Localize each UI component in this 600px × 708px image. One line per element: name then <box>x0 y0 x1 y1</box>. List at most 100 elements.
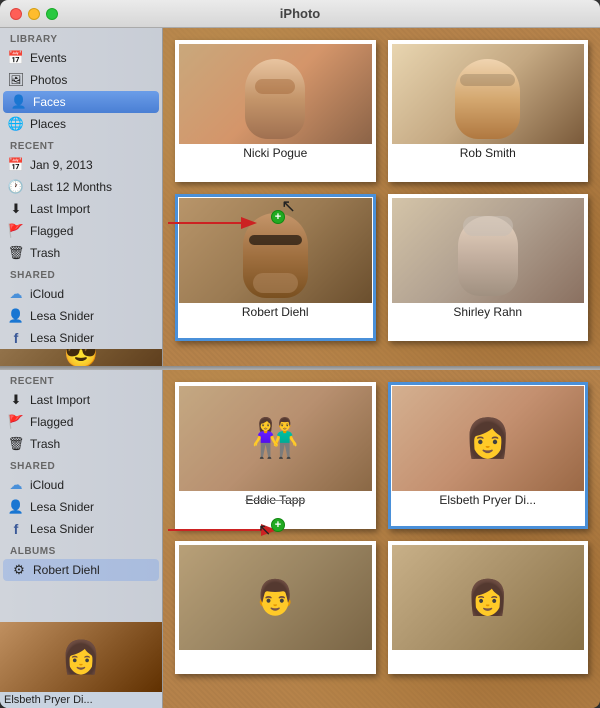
maximize-button[interactable] <box>46 8 58 20</box>
sidebar-item-jan9[interactable]: 📅 Jan 9, 2013 <box>0 154 162 176</box>
albums-section-label: ALBUMS <box>0 540 162 559</box>
sidebar-item-lesa4[interactable]: f Lesa Snider <box>0 518 162 540</box>
photo-label-eddie: Eddie Tapp <box>179 493 372 507</box>
lastimport2-icon: ⬇ <box>8 392 24 408</box>
sidebar-lesa4-label: Lesa Snider <box>30 522 94 536</box>
bottom-panel: RECENT ⬇ Last Import 🚩 Flagged 🗑 Trash <box>0 370 600 708</box>
photo-label-rob: Rob Smith <box>392 146 585 160</box>
facebook2-icon: f <box>8 521 24 537</box>
sidebar-item-last12[interactable]: 🕐 Last 12 Months <box>0 176 162 198</box>
close-button[interactable] <box>10 8 22 20</box>
sidebar-item-icloud2[interactable]: ☁ iCloud <box>0 474 162 496</box>
faces-icon: 👤 <box>11 94 27 110</box>
trash2-icon: 🗑 <box>8 436 24 452</box>
photo-grid-top: Nicki Pogue Rob Smith <box>163 28 600 353</box>
photo-eddie: 👫 <box>179 386 372 491</box>
photo-elsbeth: 👩 <box>392 386 585 491</box>
plus-badge-top[interactable]: + <box>271 210 285 224</box>
sidebar-item-trash[interactable]: 🗑 Trash <box>0 242 162 264</box>
photo-grid-bottom: 👫 Eddie Tapp 👩 El <box>163 370 600 686</box>
flagged2-icon: 🚩 <box>8 414 24 430</box>
photo-misc1: 👨 <box>179 545 372 650</box>
sidebar-item-flagged[interactable]: 🚩 Flagged <box>0 220 162 242</box>
main-content: LIBRARY 📅 Events 🖼 Photos 👤 Faces 🌐 <box>0 28 600 708</box>
photo-card-misc1[interactable]: 👨 <box>175 541 376 674</box>
recent-section-label: RECENT <box>0 135 162 154</box>
sidebar-icloud2-label: iCloud <box>30 478 64 492</box>
sidebar-item-lesa2[interactable]: f Lesa Snider <box>0 327 162 349</box>
library-section-label: LIBRARY <box>0 28 162 47</box>
photo-rob <box>392 44 585 144</box>
app-window: iPhoto LIBRARY 📅 Events 🖼 Photos <box>0 0 600 708</box>
sidebar-item-photos[interactable]: 🖼 Photos <box>0 69 162 91</box>
sidebar-person-photo-top: 😎 <box>0 349 162 366</box>
photo-card-eddie[interactable]: 👫 Eddie Tapp <box>175 382 376 529</box>
window-title: iPhoto <box>280 6 320 21</box>
shared-section-label-bottom: SHARED <box>0 455 162 474</box>
facebook-icon: f <box>8 330 24 346</box>
traffic-lights <box>10 8 58 20</box>
photo-label-elsbeth: Elsbeth Pryer Di... <box>392 493 585 507</box>
sidebar-lastimport-label: Last Import <box>30 202 90 216</box>
shared-section-label: SHARED <box>0 264 162 283</box>
corkboard-top: Nicki Pogue Rob Smith <box>163 28 600 366</box>
plus-badge-bottom[interactable]: + <box>271 518 285 532</box>
photo-nicki <box>179 44 372 144</box>
photo-misc2: 👩 <box>392 545 585 650</box>
sidebar-item-robertdiehl2[interactable]: ⚙ Robert Diehl <box>3 559 159 581</box>
sidebar-icloud-label: iCloud <box>30 287 64 301</box>
photo-card-nicki[interactable]: Nicki Pogue <box>175 40 376 182</box>
lesa1-icon: 👤 <box>8 308 24 324</box>
photo-card-shirley[interactable]: Shirley Rahn <box>388 194 589 341</box>
sidebar-item-places[interactable]: 🌐 Places <box>0 113 162 135</box>
events-icon: 📅 <box>8 50 24 66</box>
sidebar-photos-label: Photos <box>30 73 67 87</box>
sidebar-last12-label: Last 12 Months <box>30 180 112 194</box>
photo-shirley <box>392 198 585 303</box>
album-icon: ⚙ <box>11 562 27 578</box>
sidebar-item-lesa3[interactable]: 👤 Lesa Snider <box>0 496 162 518</box>
sidebar-item-trash2[interactable]: 🗑 Trash <box>0 433 162 455</box>
places-icon: 🌐 <box>8 116 24 132</box>
photos-icon: 🖼 <box>8 72 24 88</box>
minimize-button[interactable] <box>28 8 40 20</box>
sidebar-flagged2-label: Flagged <box>30 415 73 429</box>
sidebar-item-lesa1[interactable]: 👤 Lesa Snider <box>0 305 162 327</box>
sidebar-trash-label: Trash <box>30 246 60 260</box>
sidebar-top: LIBRARY 📅 Events 🖼 Photos 👤 Faces 🌐 <box>0 28 163 366</box>
sidebar-item-faces[interactable]: 👤 Faces <box>3 91 159 113</box>
photo-card-elsbeth[interactable]: 👩 Elsbeth Pryer Di... <box>388 382 589 529</box>
photo-card-misc2[interactable]: 👩 <box>388 541 589 674</box>
lesa3-icon: 👤 <box>8 499 24 515</box>
photo-label-shirley: Shirley Rahn <box>392 305 585 319</box>
sidebar-item-events[interactable]: 📅 Events <box>0 47 162 69</box>
sidebar-robertdiehl2-label: Robert Diehl <box>33 563 100 577</box>
icloud2-icon: ☁ <box>8 477 24 493</box>
sidebar-person-label-bottom: Elsbeth Pryer Di... <box>0 692 162 708</box>
sidebar-item-lastimport2[interactable]: ⬇ Last Import <box>0 389 162 411</box>
sidebar-faces-label: Faces <box>33 95 66 109</box>
sidebar-jan9-label: Jan 9, 2013 <box>30 158 93 172</box>
corkboard-bottom: 👫 Eddie Tapp 👩 El <box>163 370 600 708</box>
flagged-icon: 🚩 <box>8 223 24 239</box>
sidebar-item-flagged2[interactable]: 🚩 Flagged <box>0 411 162 433</box>
icloud-icon: ☁ <box>8 286 24 302</box>
photo-label-nicki: Nicki Pogue <box>179 146 372 160</box>
split-container: LIBRARY 📅 Events 🖼 Photos 👤 Faces 🌐 <box>0 28 600 708</box>
sidebar-trash2-label: Trash <box>30 437 60 451</box>
trash-icon: 🗑 <box>8 245 24 261</box>
sidebar-flagged-label: Flagged <box>30 224 73 238</box>
photo-label-robert: Robert Diehl <box>179 305 372 319</box>
sidebar-lesa2-label: Lesa Snider <box>30 331 94 345</box>
sidebar-lastimport2-label: Last Import <box>30 393 90 407</box>
top-panel: LIBRARY 📅 Events 🖼 Photos 👤 Faces 🌐 <box>0 28 600 366</box>
photo-card-rob[interactable]: Rob Smith <box>388 40 589 182</box>
sidebar-item-icloud[interactable]: ☁ iCloud <box>0 283 162 305</box>
sidebar-item-lastimport[interactable]: ⬇ Last Import <box>0 198 162 220</box>
sidebar-places-label: Places <box>30 117 66 131</box>
last12-icon: 🕐 <box>8 179 24 195</box>
sidebar-person-photo-bottom: 👩 <box>0 622 162 692</box>
sidebar-lesa3-label: Lesa Snider <box>30 500 94 514</box>
recent-section-label-bottom: RECENT <box>0 370 162 389</box>
jan9-icon: 📅 <box>8 157 24 173</box>
